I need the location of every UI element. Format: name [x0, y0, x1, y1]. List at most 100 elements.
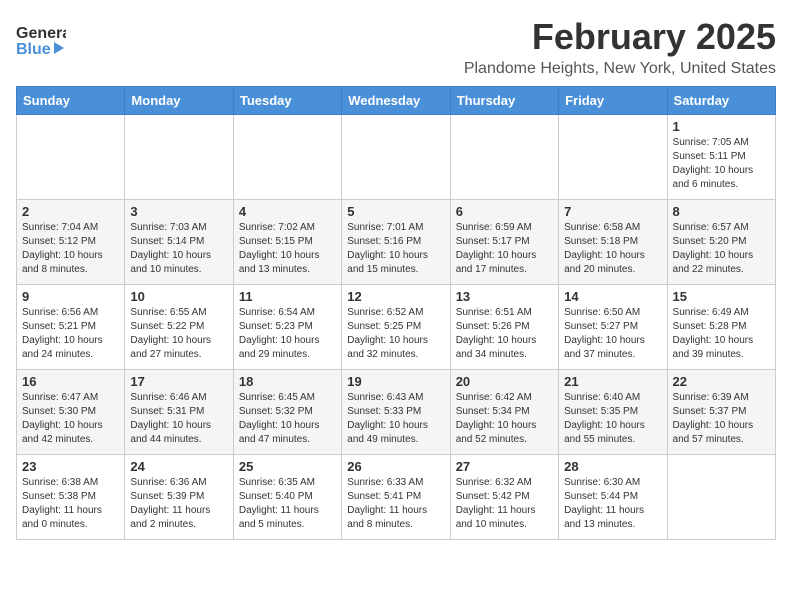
- day-number: 25: [239, 459, 336, 474]
- calendar-cell: 19 Sunrise: 6:43 AM Sunset: 5:33 PM Dayli…: [342, 370, 450, 455]
- calendar-cell: [450, 115, 558, 200]
- calendar-header-row: SundayMondayTuesdayWednesdayThursdayFrid…: [17, 87, 776, 115]
- day-number: 21: [564, 374, 661, 389]
- calendar-cell: 26Sunrise: 6:33 AM Sunset: 5:41 PM Dayli…: [342, 455, 450, 540]
- day-info: Sunrise: 6:59 AM Sunset: 5:17 PM Dayligh…: [456, 221, 553, 277]
- day-number: 1: [673, 119, 770, 134]
- day-number: 13: [456, 289, 553, 304]
- day-info: Sunrise: 6:30 AM Sunset: 5:44 PM Dayligh…: [564, 476, 661, 532]
- calendar-cell: 10 Sunrise: 6:55 AM Sunset: 5:22 PM Dayli…: [125, 285, 233, 370]
- day-info: Sunrise: 7:01 AM Sunset: 5:16 PM Dayligh…: [347, 221, 444, 277]
- day-number: 20: [456, 374, 553, 389]
- day-info: Sunrise: 7:03 AM Sunset: 5:14 PM Dayligh…: [130, 221, 227, 277]
- calendar-cell: 1 Sunrise: 7:05 AM Sunset: 5:11 PM Daylig…: [667, 115, 775, 200]
- day-info: Sunrise: 6:58 AM Sunset: 5:18 PM Dayligh…: [564, 221, 661, 277]
- day-info: Sunrise: 6:32 AM Sunset: 5:42 PM Dayligh…: [456, 476, 553, 532]
- calendar-cell: 12 Sunrise: 6:52 AM Sunset: 5:25 PM Dayli…: [342, 285, 450, 370]
- day-number: 10: [130, 289, 227, 304]
- calendar-week-5: 23 Sunrise: 6:38 AM Sunset: 5:38 PM Dayli…: [17, 455, 776, 540]
- day-number: 14: [564, 289, 661, 304]
- day-info: Sunrise: 7:05 AM Sunset: 5:11 PM Dayligh…: [673, 136, 770, 192]
- calendar-cell: 5 Sunrise: 7:01 AM Sunset: 5:16 PM Daylig…: [342, 200, 450, 285]
- day-number: 27: [456, 459, 553, 474]
- calendar-cell: 22 Sunrise: 6:39 AM Sunset: 5:37 PM Dayli…: [667, 370, 775, 455]
- day-info: Sunrise: 6:38 AM Sunset: 5:38 PM Dayligh…: [22, 476, 119, 532]
- day-number: 17: [130, 374, 227, 389]
- calendar-cell: [342, 115, 450, 200]
- location-title: Plandome Heights, New York, United State…: [464, 60, 776, 78]
- day-info: Sunrise: 6:45 AM Sunset: 5:32 PM Dayligh…: [239, 391, 336, 447]
- weekday-header-tuesday: Tuesday: [233, 87, 341, 115]
- day-info: Sunrise: 6:47 AM Sunset: 5:30 PM Dayligh…: [22, 391, 119, 447]
- day-number: 4: [239, 204, 336, 219]
- day-number: 6: [456, 204, 553, 219]
- calendar-cell: 18 Sunrise: 6:45 AM Sunset: 5:32 PM Dayli…: [233, 370, 341, 455]
- calendar-cell: 17Sunrise: 6:46 AM Sunset: 5:31 PM Dayli…: [125, 370, 233, 455]
- day-info: Sunrise: 6:42 AM Sunset: 5:34 PM Dayligh…: [456, 391, 553, 447]
- weekday-header-saturday: Saturday: [667, 87, 775, 115]
- weekday-header-thursday: Thursday: [450, 87, 558, 115]
- day-number: 3: [130, 204, 227, 219]
- calendar-cell: 15Sunrise: 6:49 AM Sunset: 5:28 PM Dayli…: [667, 285, 775, 370]
- calendar-week-3: 9 Sunrise: 6:56 AM Sunset: 5:21 PM Daylig…: [17, 285, 776, 370]
- calendar-cell: 21Sunrise: 6:40 AM Sunset: 5:35 PM Dayli…: [559, 370, 667, 455]
- calendar-cell: 16 Sunrise: 6:47 AM Sunset: 5:30 PM Dayli…: [17, 370, 125, 455]
- day-info: Sunrise: 6:57 AM Sunset: 5:20 PM Dayligh…: [673, 221, 770, 277]
- day-info: Sunrise: 6:49 AM Sunset: 5:28 PM Dayligh…: [673, 306, 770, 362]
- calendar-cell: 27 Sunrise: 6:32 AM Sunset: 5:42 PM Dayli…: [450, 455, 558, 540]
- day-number: 19: [347, 374, 444, 389]
- day-info: Sunrise: 6:33 AM Sunset: 5:41 PM Dayligh…: [347, 476, 444, 532]
- day-info: Sunrise: 6:35 AM Sunset: 5:40 PM Dayligh…: [239, 476, 336, 532]
- calendar-cell: 2Sunrise: 7:04 AM Sunset: 5:12 PM Daylig…: [17, 200, 125, 285]
- title-section: February 2025 Plandome Heights, New York…: [464, 16, 776, 78]
- day-number: 23: [22, 459, 119, 474]
- calendar-cell: [559, 115, 667, 200]
- calendar-cell: 13 Sunrise: 6:51 AM Sunset: 5:26 PM Dayli…: [450, 285, 558, 370]
- day-number: 22: [673, 374, 770, 389]
- calendar-cell: 9 Sunrise: 6:56 AM Sunset: 5:21 PM Daylig…: [17, 285, 125, 370]
- svg-text:Blue: Blue: [16, 41, 51, 58]
- day-info: Sunrise: 6:55 AM Sunset: 5:22 PM Dayligh…: [130, 306, 227, 362]
- day-info: Sunrise: 6:56 AM Sunset: 5:21 PM Dayligh…: [22, 306, 119, 362]
- day-number: 11: [239, 289, 336, 304]
- calendar-cell: 14 Sunrise: 6:50 AM Sunset: 5:27 PM Dayli…: [559, 285, 667, 370]
- weekday-header-friday: Friday: [559, 87, 667, 115]
- calendar-cell: 11 Sunrise: 6:54 AM Sunset: 5:23 PM Dayli…: [233, 285, 341, 370]
- logo: General Blue: [16, 20, 66, 65]
- day-info: Sunrise: 6:52 AM Sunset: 5:25 PM Dayligh…: [347, 306, 444, 362]
- calendar-cell: 7Sunrise: 6:58 AM Sunset: 5:18 PM Daylig…: [559, 200, 667, 285]
- calendar-cell: [125, 115, 233, 200]
- day-number: 9: [22, 289, 119, 304]
- day-info: Sunrise: 6:51 AM Sunset: 5:26 PM Dayligh…: [456, 306, 553, 362]
- day-info: Sunrise: 7:02 AM Sunset: 5:15 PM Dayligh…: [239, 221, 336, 277]
- day-info: Sunrise: 6:43 AM Sunset: 5:33 PM Dayligh…: [347, 391, 444, 447]
- calendar-week-1: 1 Sunrise: 7:05 AM Sunset: 5:11 PM Daylig…: [17, 115, 776, 200]
- weekday-header-sunday: Sunday: [17, 87, 125, 115]
- day-info: Sunrise: 6:54 AM Sunset: 5:23 PM Dayligh…: [239, 306, 336, 362]
- calendar-cell: 20 Sunrise: 6:42 AM Sunset: 5:34 PM Dayli…: [450, 370, 558, 455]
- calendar-cell: [667, 455, 775, 540]
- calendar-cell: 3 Sunrise: 7:03 AM Sunset: 5:14 PM Daylig…: [125, 200, 233, 285]
- calendar-week-2: 2Sunrise: 7:04 AM Sunset: 5:12 PM Daylig…: [17, 200, 776, 285]
- day-info: Sunrise: 6:36 AM Sunset: 5:39 PM Dayligh…: [130, 476, 227, 532]
- calendar-cell: [17, 115, 125, 200]
- calendar-cell: 6 Sunrise: 6:59 AM Sunset: 5:17 PM Daylig…: [450, 200, 558, 285]
- calendar-cell: 23 Sunrise: 6:38 AM Sunset: 5:38 PM Dayli…: [17, 455, 125, 540]
- day-number: 18: [239, 374, 336, 389]
- day-number: 12: [347, 289, 444, 304]
- weekday-header-wednesday: Wednesday: [342, 87, 450, 115]
- calendar-cell: 25 Sunrise: 6:35 AM Sunset: 5:40 PM Dayli…: [233, 455, 341, 540]
- day-number: 24: [130, 459, 227, 474]
- day-info: Sunrise: 6:50 AM Sunset: 5:27 PM Dayligh…: [564, 306, 661, 362]
- day-number: 8: [673, 204, 770, 219]
- day-number: 5: [347, 204, 444, 219]
- calendar-cell: 28Sunrise: 6:30 AM Sunset: 5:44 PM Dayli…: [559, 455, 667, 540]
- calendar-cell: 8 Sunrise: 6:57 AM Sunset: 5:20 PM Daylig…: [667, 200, 775, 285]
- day-info: Sunrise: 6:39 AM Sunset: 5:37 PM Dayligh…: [673, 391, 770, 447]
- calendar-week-4: 16 Sunrise: 6:47 AM Sunset: 5:30 PM Dayli…: [17, 370, 776, 455]
- svg-text:General: General: [16, 25, 66, 42]
- day-number: 16: [22, 374, 119, 389]
- day-number: 2: [22, 204, 119, 219]
- calendar-cell: 24 Sunrise: 6:36 AM Sunset: 5:39 PM Dayli…: [125, 455, 233, 540]
- calendar-cell: 4 Sunrise: 7:02 AM Sunset: 5:15 PM Daylig…: [233, 200, 341, 285]
